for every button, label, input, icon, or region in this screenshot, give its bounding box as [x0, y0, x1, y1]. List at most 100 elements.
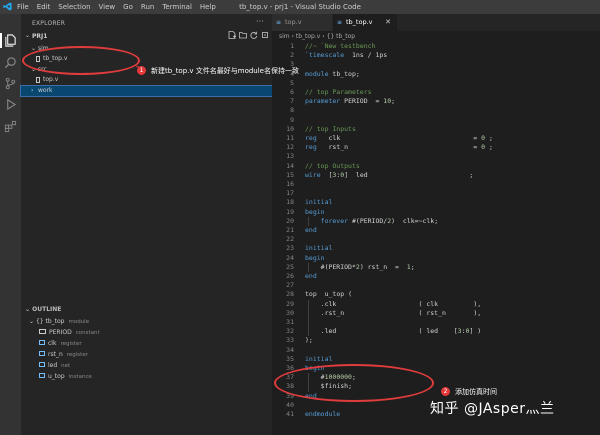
active-indicator: [0, 33, 2, 48]
line-number: 16: [286, 180, 294, 188]
line-number: 32: [286, 327, 294, 336]
chevron-down-icon: ⌄: [29, 318, 36, 325]
annotation-badge-2: 2: [441, 387, 450, 396]
line-number: 30: [286, 308, 294, 317]
line-number: 17: [286, 189, 294, 198]
explorer-header: EXPLORER: [32, 20, 66, 27]
code-line: .led ( led [3:0] ): [305, 327, 482, 336]
source-control-icon[interactable]: [4, 77, 17, 90]
outline-item-register-clk[interactable]: clk register: [39, 339, 82, 349]
outline-desc: net: [61, 363, 71, 369]
outline-header: OUTLINE: [32, 306, 62, 313]
search-icon[interactable]: [4, 56, 17, 69]
tree-label: work: [38, 87, 53, 94]
breadcrumb-folder[interactable]: sim: [279, 33, 290, 40]
line-number: 41: [286, 410, 294, 418]
code-line: // top Inputs: [305, 124, 356, 133]
outline-desc: constant: [75, 330, 100, 336]
line-number: 15: [286, 170, 294, 179]
menu-bar: File Edit Selection View Go Run Terminal…: [17, 0, 224, 14]
line-number: 29: [286, 299, 294, 308]
outline-label: PERIOD: [49, 329, 72, 336]
tab-tb-top-v[interactable]: ≡ tb_top.v ✕: [333, 14, 397, 31]
explorer-sidebar: EXPLORER ··· ⌄ PRJ1 ⌄ sim tb_top.v ⌄ src…: [20, 14, 273, 435]
new-file-icon[interactable]: [228, 31, 236, 39]
code-line: reg clk = 0 ;: [305, 134, 493, 142]
indent-guide: [308, 299, 309, 337]
refresh-icon[interactable]: [250, 31, 258, 39]
code-line: end: [305, 272, 317, 280]
outline-item-net[interactable]: led net: [39, 361, 70, 371]
outline-item-register-rst[interactable]: rst_n register: [39, 350, 88, 360]
line-number: 25: [286, 262, 294, 271]
code-line: .clk ( clk ),: [305, 299, 482, 308]
code-line: // top Parameters: [305, 88, 372, 96]
outline-item-instance[interactable]: u_top instance: [39, 372, 92, 382]
line-number: 27: [286, 281, 294, 290]
line-number: 13: [286, 152, 294, 161]
chevron-right-icon: ›: [31, 87, 34, 94]
more-actions-icon[interactable]: ···: [256, 17, 264, 26]
explorer-icon[interactable]: [4, 34, 17, 47]
outline-label: rst_n: [48, 351, 63, 358]
line-number: 14: [286, 161, 294, 170]
code-line: module tb_top;: [305, 69, 360, 78]
menu-edit[interactable]: Edit: [37, 3, 51, 11]
verilog-file-icon: ≡: [337, 19, 343, 26]
activity-bar: [0, 14, 21, 435]
file-icon: [36, 77, 40, 83]
tab-label: tb_top.v: [346, 18, 373, 26]
indent-guide: [308, 216, 309, 226]
project-name: PRJ1: [32, 33, 48, 40]
outline-chevron-header[interactable]: ⌄ OUTLINE: [25, 306, 61, 313]
vscode-logo-icon: [3, 2, 12, 11]
variable-icon: [39, 362, 45, 367]
breadcrumb: sim › tb_top.v › {} tb_top: [279, 33, 355, 40]
outline-label: u_top: [48, 373, 65, 380]
annotation-text-1: 新建tb_top.v 文件名最好与module名保持一致: [151, 67, 299, 75]
menu-view[interactable]: View: [99, 3, 116, 11]
menu-help[interactable]: Help: [200, 3, 216, 11]
line-number: 23: [286, 244, 294, 253]
line-number: 40: [286, 400, 294, 409]
line-number: 19: [286, 207, 294, 216]
line-number: 12: [286, 143, 294, 152]
indent-guide: [308, 262, 309, 272]
code-line: // top Outputs: [305, 161, 360, 170]
menu-go[interactable]: Go: [123, 3, 133, 11]
annotation-badge-1: 1: [137, 66, 146, 75]
editor-tabs: ≡ top.v ≡ tb_top.v ✕: [272, 14, 600, 31]
tree-folder-work[interactable]: › work: [20, 85, 273, 97]
menu-file[interactable]: File: [17, 3, 29, 11]
breadcrumb-file[interactable]: tb_top.v: [296, 33, 320, 40]
menu-run[interactable]: Run: [141, 3, 154, 11]
tab-top-v[interactable]: ≡ top.v: [272, 14, 333, 31]
new-folder-icon[interactable]: [239, 31, 247, 39]
collapse-all-icon[interactable]: [261, 31, 269, 39]
menu-selection[interactable]: Selection: [58, 3, 90, 11]
extensions-icon[interactable]: [4, 120, 17, 133]
annotation-ellipse-2: [274, 364, 434, 402]
code-line: top u_top (: [305, 290, 352, 299]
code-line: end: [305, 226, 317, 234]
line-number: 2: [290, 51, 294, 60]
tab-label: top.v: [285, 18, 302, 26]
code-line: #(PERIOD*2) rst_n = 1;: [305, 262, 415, 271]
line-number: 26: [286, 272, 294, 280]
outline-item-module[interactable]: ⌄ {} tb_top module: [29, 317, 89, 327]
breadcrumb-symbol[interactable]: {} tb_top: [327, 33, 356, 40]
code-line: begin: [305, 207, 325, 216]
outline-desc: instance: [68, 374, 92, 380]
verilog-file-icon: ≡: [276, 19, 282, 26]
outline-item-constant[interactable]: PERIOD constant: [39, 328, 100, 338]
line-number: 10: [286, 124, 294, 133]
code-line: initial: [305, 198, 333, 207]
outline-label: clk: [48, 340, 57, 347]
title-bar: File Edit Selection View Go Run Terminal…: [0, 0, 600, 14]
menu-terminal[interactable]: Terminal: [162, 3, 192, 11]
tree-file-top[interactable]: top.v: [21, 75, 272, 85]
code-line: `timescale 1ns / 1ps: [305, 51, 388, 60]
run-debug-icon[interactable]: [4, 98, 17, 111]
close-icon[interactable]: ✕: [385, 14, 391, 31]
outline-desc: register: [66, 352, 88, 358]
